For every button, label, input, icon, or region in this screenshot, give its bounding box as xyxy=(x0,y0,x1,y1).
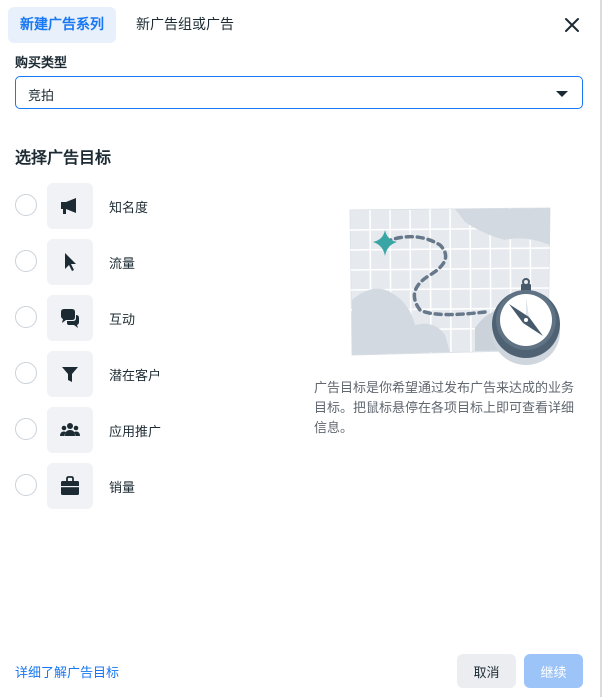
close-icon xyxy=(565,18,579,32)
objective-option-engagement[interactable]: 互动 xyxy=(15,295,275,341)
map-compass-illustration xyxy=(349,207,560,365)
close-button[interactable] xyxy=(560,13,584,37)
buy-type-value: 竞拍 xyxy=(28,89,55,104)
buy-type-label: 购买类型 xyxy=(15,56,68,71)
objective-radio[interactable] xyxy=(15,306,37,328)
continue-button[interactable]: 继续 xyxy=(524,654,583,688)
objective-radio[interactable] xyxy=(15,474,37,496)
objective-label: 应用推广 xyxy=(109,425,162,440)
objective-label: 知名度 xyxy=(109,201,149,216)
cancel-button[interactable]: 取消 xyxy=(457,654,516,688)
objective-option-awareness[interactable]: 知名度 xyxy=(15,183,275,229)
objective-radio[interactable] xyxy=(15,418,37,440)
objective-label: 潜在客户 xyxy=(109,369,162,384)
objective-option-app-promotion[interactable]: 应用推广 xyxy=(15,407,275,453)
objective-description: 广告目标是你希望通过发布广告来达成的业务目标。把鼠标悬停在各项目标上即可查看详细… xyxy=(314,381,575,436)
tab-new-campaign[interactable]: 新建广告系列 xyxy=(8,7,116,43)
tab-new-adset-or-ad[interactable]: 新广告组或广告 xyxy=(124,7,246,43)
objective-icon-box xyxy=(47,463,93,509)
funnel-icon xyxy=(62,367,78,382)
objective-icon-box xyxy=(47,239,93,285)
objective-label: 互动 xyxy=(109,313,136,328)
objective-icon-box xyxy=(47,407,93,453)
objective-icon-box xyxy=(47,183,93,229)
tab-bar: 新建广告系列 新广告组或广告 xyxy=(8,7,246,43)
caret-down-icon xyxy=(556,91,568,97)
objective-radio[interactable] xyxy=(15,362,37,384)
objective-icon-box xyxy=(47,295,93,341)
megaphone-icon xyxy=(61,198,76,214)
objective-option-sales[interactable]: 销量 xyxy=(15,463,275,509)
objective-label: 流量 xyxy=(109,257,136,272)
people-icon xyxy=(60,423,80,436)
objective-section-title: 选择广告目标 xyxy=(15,148,112,167)
objective-label: 销量 xyxy=(109,481,136,496)
chat-bubbles-icon xyxy=(61,309,79,328)
objective-option-leads[interactable]: 潜在客户 xyxy=(15,351,275,397)
objective-radio[interactable] xyxy=(15,250,37,272)
buy-type-select[interactable]: 竞拍 xyxy=(15,76,583,109)
objective-radio[interactable] xyxy=(15,194,37,216)
objective-icon-box xyxy=(47,351,93,397)
cursor-icon xyxy=(65,253,76,271)
learn-more-link[interactable]: 详细了解广告目标 xyxy=(15,662,119,681)
shopping-bag-icon xyxy=(61,476,79,495)
objective-option-traffic[interactable]: 流量 xyxy=(15,239,275,285)
